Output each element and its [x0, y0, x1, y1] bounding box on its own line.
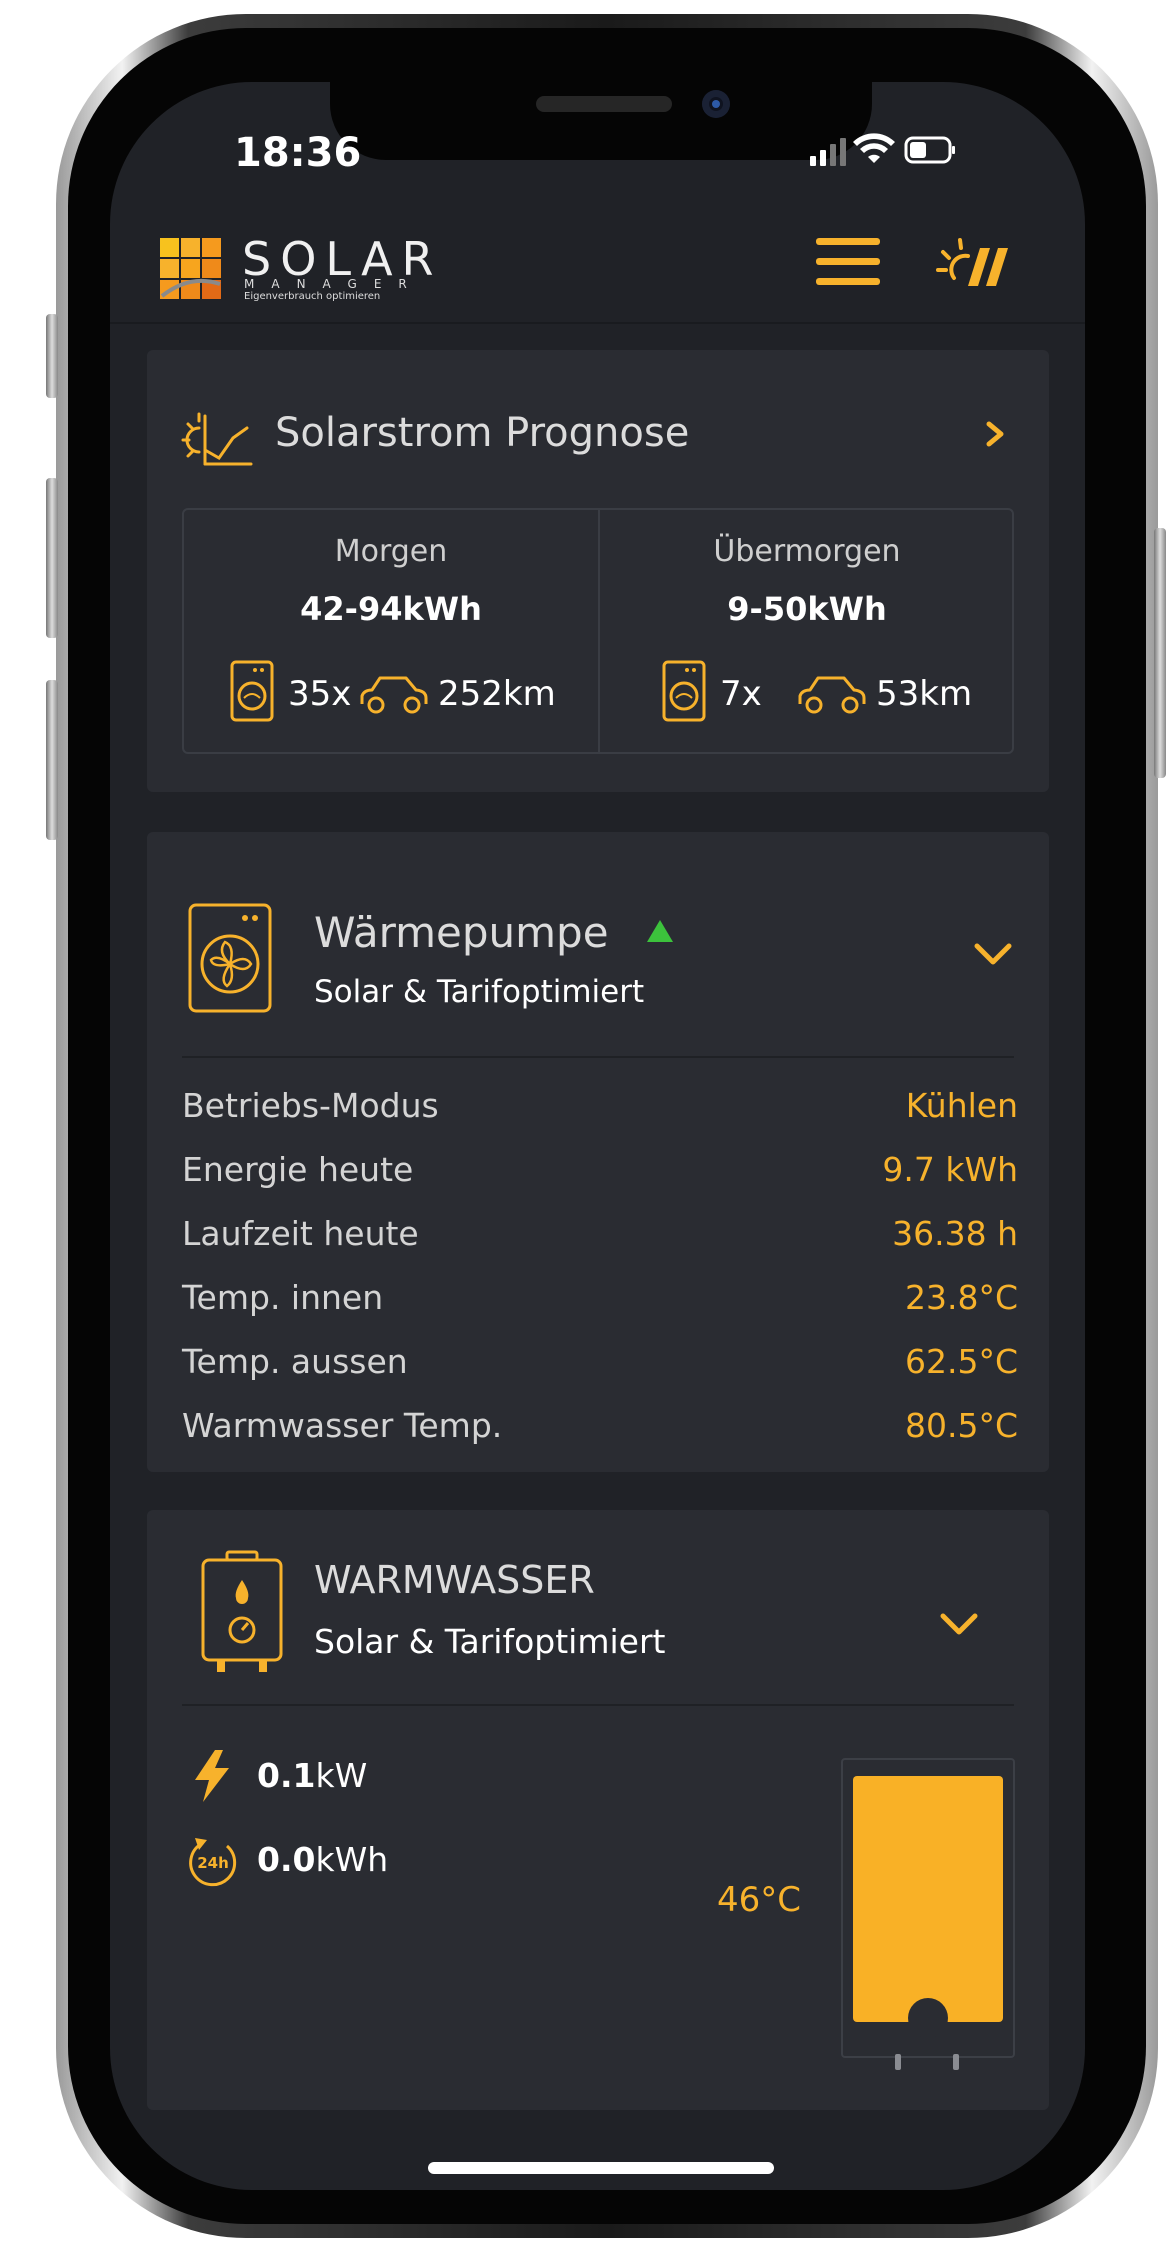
volume-up-button [46, 478, 58, 638]
energy-value: 0.0 [257, 1840, 316, 1879]
chevron-down-icon[interactable] [937, 1610, 981, 1638]
solar-manager-logo[interactable]: SOLAR MANAGER Eigenverbrauch optimieren [160, 230, 455, 302]
row-value: 62.5°C [904, 1342, 1018, 1381]
app-screen: 18:36 SOLAR MANAGER Eigenverbrauch optim… [110, 82, 1085, 2190]
tank-temperature: 46°C [717, 1880, 802, 1920]
warm-water-subtitle: Solar & Tarifoptimiert [314, 1622, 666, 1661]
heatpump-divider [182, 1056, 1014, 1058]
row-value: 80.5°C [904, 1406, 1018, 1445]
power-unit: kW [315, 1756, 368, 1795]
forecast-equivalents: 7x 53km [600, 660, 1014, 724]
heatpump-row-temp-inside: Temp. innen 23.8°C [182, 1278, 1018, 1328]
energy-unit: kWh [315, 1840, 389, 1879]
row-label: Betriebs-Modus [182, 1086, 439, 1125]
warm-water-title: WARMWASSER [314, 1558, 595, 1602]
tank-leg [953, 2054, 959, 2070]
volume-down-button [46, 680, 58, 840]
24h-label: 24h [197, 1854, 229, 1872]
mute-switch [46, 314, 58, 398]
forecast-card[interactable]: Solarstrom Prognose Morgen 42-94kWh 35x [147, 350, 1049, 792]
forecast-day-label: Übermorgen [713, 534, 901, 569]
logo-wordmark: SOLAR [242, 232, 443, 286]
logo-tagline: Eigenverbrauch optimieren [244, 291, 381, 302]
tank-leg [895, 2054, 901, 2070]
battery-icon [904, 136, 955, 164]
row-value: 36.38 h [892, 1214, 1018, 1253]
24h-cycle-icon: 24h [189, 1838, 237, 1887]
tank-knob [908, 1998, 948, 2038]
row-value: 23.8°C [904, 1278, 1018, 1317]
heatpump-row-energy: Energie heute 9.7 kWh [182, 1150, 1018, 1200]
forecast-energy-range: 42-94kWh [300, 590, 482, 628]
warm-water-divider [182, 1704, 1014, 1706]
heatpump-row-temp-outside: Temp. aussen 62.5°C [182, 1342, 1018, 1392]
forecast-energy-range: 9-50kWh [727, 590, 887, 628]
forecast-table: Morgen 42-94kWh 35x 252km Übermorgen 9-5… [182, 508, 1014, 754]
washing-machine-icon [662, 660, 706, 722]
earpiece-speaker [536, 96, 672, 112]
water-boiler-icon [201, 1550, 283, 1672]
forecast-day-label: Morgen [334, 534, 448, 569]
chevron-down-icon[interactable] [971, 940, 1015, 968]
tank-fill-level [853, 1776, 1003, 2022]
notch [330, 82, 872, 160]
cellular-signal-icon [810, 138, 846, 166]
logo-squares-icon [160, 238, 221, 299]
heatpump-row-water-temp: Warmwasser Temp. 80.5°C [182, 1406, 1018, 1456]
washing-machine-icon [230, 660, 274, 722]
heatpump-subtitle: Solar & Tarifoptimiert [314, 974, 645, 1010]
warm-water-card: WARMWASSER Solar & Tarifoptimiert 0.1kW … [147, 1510, 1049, 2110]
heatpump-row-mode: Betriebs-Modus Kühlen [182, 1086, 1018, 1136]
forecast-wash-count: 7x [720, 674, 762, 714]
car-icon [798, 676, 866, 714]
forecast-wash-count: 35x [288, 674, 352, 714]
water-tank-gauge [841, 1758, 1015, 2070]
hamburger-menu-icon[interactable] [816, 238, 880, 290]
power-value: 0.1 [257, 1756, 316, 1795]
row-label: Temp. aussen [182, 1342, 408, 1381]
heatpump-row-runtime: Laufzeit heute 36.38 h [182, 1214, 1018, 1264]
front-camera [702, 90, 730, 118]
wifi-icon [853, 133, 895, 163]
sun-stripes-icon[interactable] [934, 234, 1018, 294]
car-icon [360, 676, 428, 714]
forecast-distance: 53km [876, 674, 973, 714]
forecast-day-tomorrow: Morgen 42-94kWh 35x 252km [184, 510, 600, 752]
heatpump-title: Wärmepumpe [314, 908, 609, 957]
forecast-equivalents: 35x 252km [184, 660, 598, 724]
solar-forecast-icon [181, 412, 253, 466]
forecast-title: Solarstrom Prognose [275, 410, 690, 456]
row-label: Energie heute [182, 1150, 414, 1189]
lightning-bolt-icon [195, 1750, 229, 1802]
heat-pump-icon [188, 903, 272, 1013]
logo-subtitle: MANAGER [244, 277, 424, 291]
power-button [1154, 528, 1166, 778]
row-value: 9.7 kWh [882, 1150, 1018, 1189]
green-triangle-up-icon [647, 920, 673, 942]
status-time: 18:36 [234, 130, 362, 176]
home-indicator[interactable] [428, 2162, 774, 2174]
forecast-distance: 252km [438, 674, 556, 714]
forecast-day-after-tomorrow: Übermorgen 9-50kWh 7x 53km [600, 510, 1014, 752]
row-label: Temp. innen [182, 1278, 384, 1317]
status-icons [810, 133, 955, 166]
row-label: Laufzeit heute [182, 1214, 419, 1253]
row-label: Warmwasser Temp. [182, 1406, 503, 1445]
row-value: Kühlen [905, 1086, 1018, 1125]
chevron-right-icon[interactable] [977, 414, 1013, 454]
heatpump-card: Wärmepumpe Solar & Tarifoptimiert Betrie… [147, 832, 1049, 1472]
